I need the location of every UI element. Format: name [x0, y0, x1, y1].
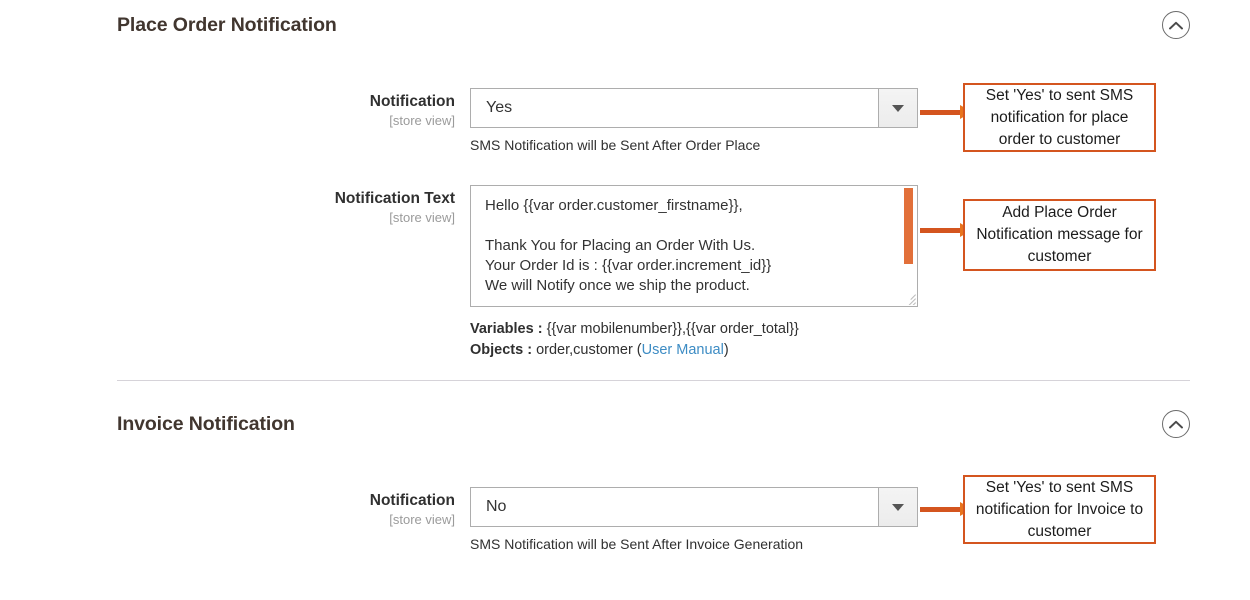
- caret-shape: [892, 104, 904, 112]
- field-label-text: Notification Text: [334, 190, 455, 207]
- chevron-up-circle-icon[interactable]: [1162, 410, 1190, 438]
- field-scope-text: [store view]: [389, 113, 455, 128]
- select-selected-value: No: [486, 498, 507, 515]
- notification-select-place-order[interactable]: Yes: [470, 88, 918, 128]
- objects-value: order,customer (: [532, 342, 642, 358]
- field-note-place-order: SMS Notification will be Sent After Orde…: [470, 137, 761, 153]
- field-label-text: Notification: [369, 492, 455, 509]
- field-label-text: Notification: [369, 93, 455, 110]
- template-variables-help: Variables : {{var mobilenumber}},{{var o…: [470, 319, 918, 361]
- arrow-shaft: [920, 507, 962, 512]
- callout-text: Set 'Yes' to sent SMS notification for I…: [975, 478, 1144, 540]
- variables-value: {{var mobilenumber}},{{var order_total}}: [542, 321, 799, 337]
- objects-line: Objects : order,customer (User Manual): [470, 340, 918, 361]
- field-label-notification: Notification [store view]: [117, 92, 455, 129]
- textarea-resize-handle[interactable]: [899, 288, 916, 305]
- user-manual-link[interactable]: User Manual: [642, 342, 724, 358]
- objects-tail: ): [723, 342, 729, 358]
- field-label-notification-text: Notification Text [store view]: [117, 189, 455, 226]
- section-header-place-order[interactable]: Place Order Notification: [117, 0, 1190, 56]
- field-scope-text: [store view]: [389, 210, 455, 225]
- chevron-down-icon[interactable]: [878, 488, 917, 526]
- field-control-notification: Yes SMS Notification will be Sent After …: [470, 88, 918, 153]
- variables-line: Variables : {{var mobilenumber}},{{var o…: [470, 319, 918, 340]
- variables-label: Variables :: [470, 321, 543, 337]
- caret-shape: [892, 503, 904, 511]
- section-divider: [117, 380, 1190, 381]
- callout-invoice-notification: Set 'Yes' to sent SMS notification for I…: [963, 475, 1156, 544]
- field-control-notification-text: Hello {{var order.customer_firstname}}, …: [470, 185, 918, 361]
- select-selected-value: Yes: [486, 99, 513, 116]
- field-scope-text: [store view]: [389, 512, 455, 527]
- magento-sms-notification-config-page: Place Order Notification Notification [s…: [0, 0, 1250, 600]
- notification-text-textarea[interactable]: Hello {{var order.customer_firstname}}, …: [470, 185, 918, 307]
- field-control-invoice-notification: No SMS Notification will be Sent After I…: [470, 487, 918, 552]
- arrow-shaft: [920, 228, 962, 233]
- textarea-scrollbar-thumb[interactable]: [904, 188, 913, 264]
- objects-label: Objects :: [470, 342, 533, 358]
- callout-text: Add Place Order Notification message for…: [976, 204, 1143, 265]
- page-title-invoice-notification: Invoice Notification: [117, 413, 295, 435]
- page-title-place-order-notification: Place Order Notification: [117, 14, 337, 36]
- field-note-invoice: SMS Notification will be Sent After Invo…: [470, 536, 804, 552]
- callout-notification-text: Add Place Order Notification message for…: [963, 199, 1156, 271]
- arrow-shaft: [920, 110, 962, 115]
- textarea-value: Hello {{var order.customer_firstname}}, …: [485, 197, 772, 294]
- callout-text: Set 'Yes' to sent SMS notification for p…: [985, 86, 1134, 148]
- section-place-order-notification: Place Order Notification Notification [s…: [117, 0, 1190, 358]
- callout-place-order-notification: Set 'Yes' to sent SMS notification for p…: [963, 83, 1156, 152]
- chevron-down-icon[interactable]: [878, 89, 917, 127]
- notification-select-invoice[interactable]: No: [470, 487, 918, 527]
- chevron-up-circle-icon[interactable]: [1162, 11, 1190, 39]
- section-header-invoice[interactable]: Invoice Notification: [117, 399, 1190, 455]
- field-label-notification: Notification [store view]: [117, 491, 455, 528]
- section-invoice-notification: Invoice Notification Notification [store…: [117, 399, 1190, 552]
